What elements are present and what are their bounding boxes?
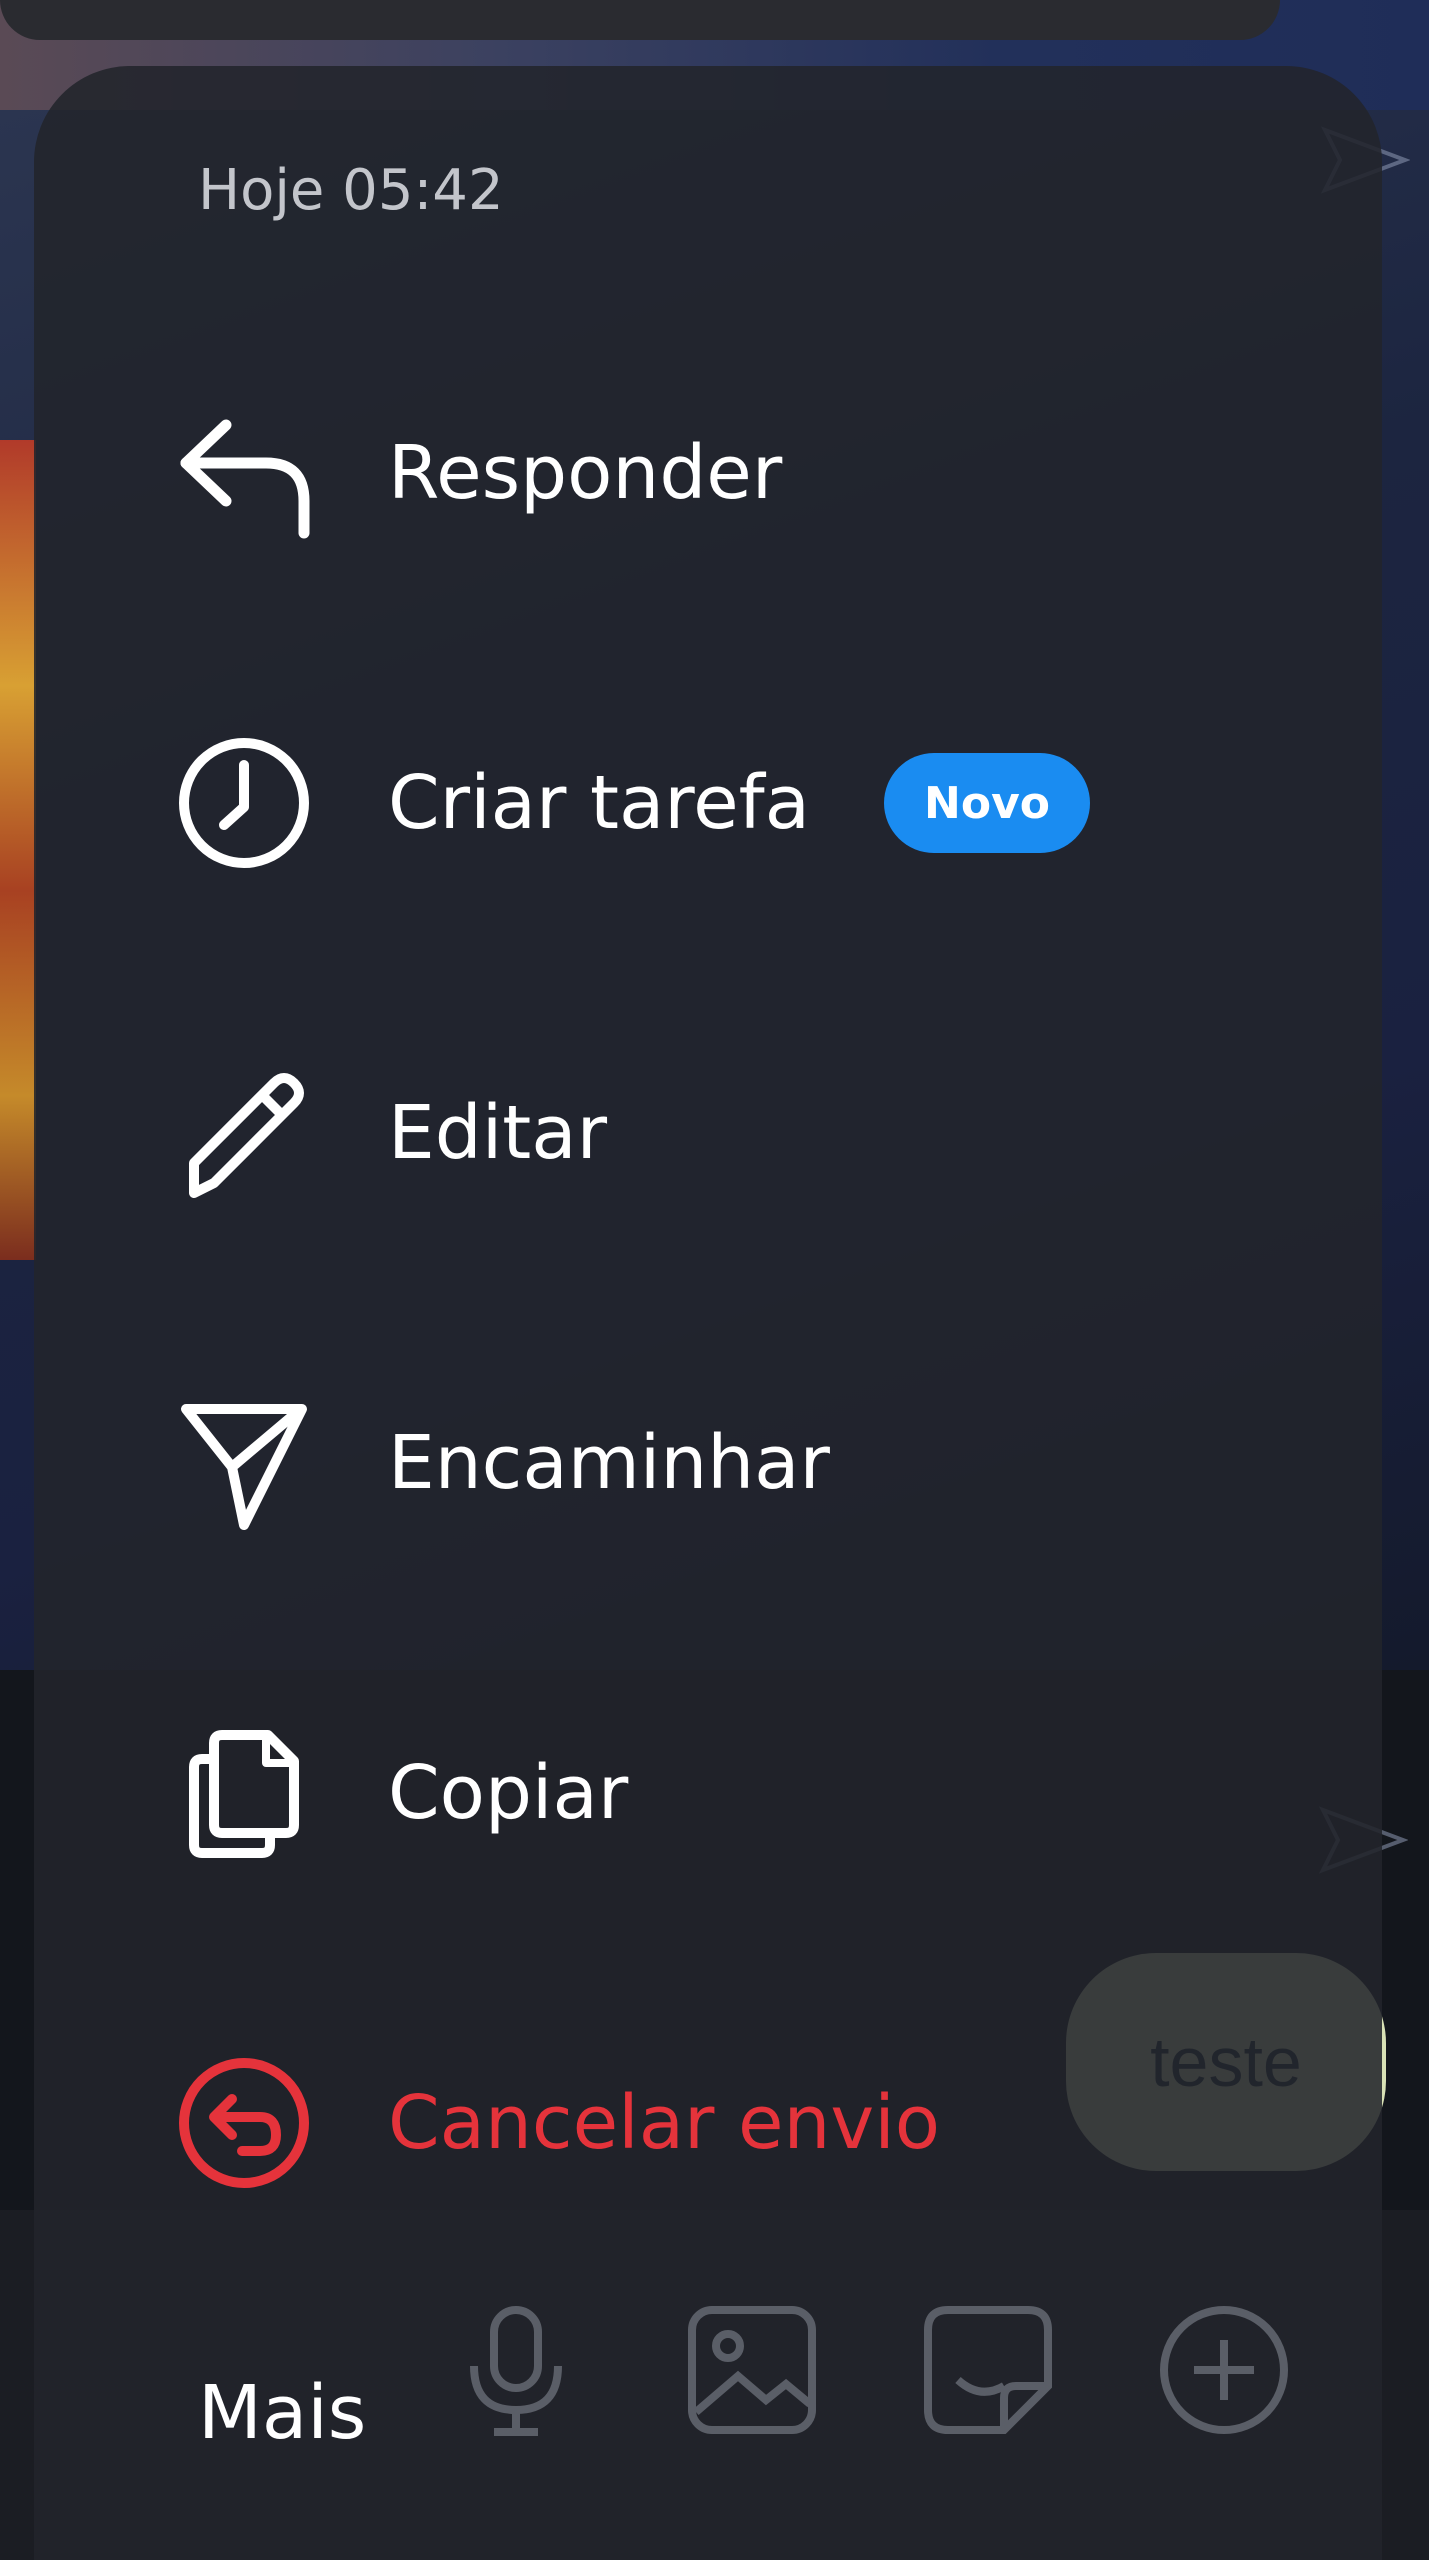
copy-icon — [176, 1725, 312, 1861]
pencil-icon — [176, 1065, 312, 1201]
sticker-icon — [924, 2306, 1052, 2434]
menu-item-cancel-send[interactable]: Cancelar envio — [176, 2048, 1276, 2198]
menu-item-edit[interactable]: Editar — [176, 1058, 1276, 1208]
undo-circle-icon — [176, 2055, 312, 2191]
menu-item-forward[interactable]: Encaminhar — [176, 1388, 1276, 1538]
background-photo-strip — [0, 440, 36, 1260]
message-timestamp: Hoje 05:42 — [198, 158, 504, 223]
menu-item-reply[interactable]: Responder — [176, 398, 1276, 548]
new-badge: Novo — [884, 753, 1090, 853]
menu-label: Cancelar envio — [388, 2080, 941, 2166]
menu-label: Editar — [388, 1090, 608, 1176]
status-bar — [0, 0, 1280, 40]
menu-item-copy[interactable]: Copiar — [176, 1718, 1276, 1868]
plus-circle-icon — [1160, 2306, 1288, 2434]
menu-label: Copiar — [388, 1750, 629, 1836]
menu-item-create-task[interactable]: Criar tarefa Novo — [176, 728, 1276, 878]
menu-label: Responder — [388, 430, 783, 516]
forward-icon — [176, 1395, 312, 1531]
microphone-icon — [470, 2306, 562, 2436]
menu-label: Criar tarefa — [388, 760, 811, 846]
clock-icon — [176, 735, 312, 871]
menu-label: Encaminhar — [388, 1420, 830, 1506]
image-icon — [688, 2306, 816, 2434]
more-button[interactable]: Mais — [198, 2370, 366, 2456]
reply-icon — [176, 405, 312, 541]
